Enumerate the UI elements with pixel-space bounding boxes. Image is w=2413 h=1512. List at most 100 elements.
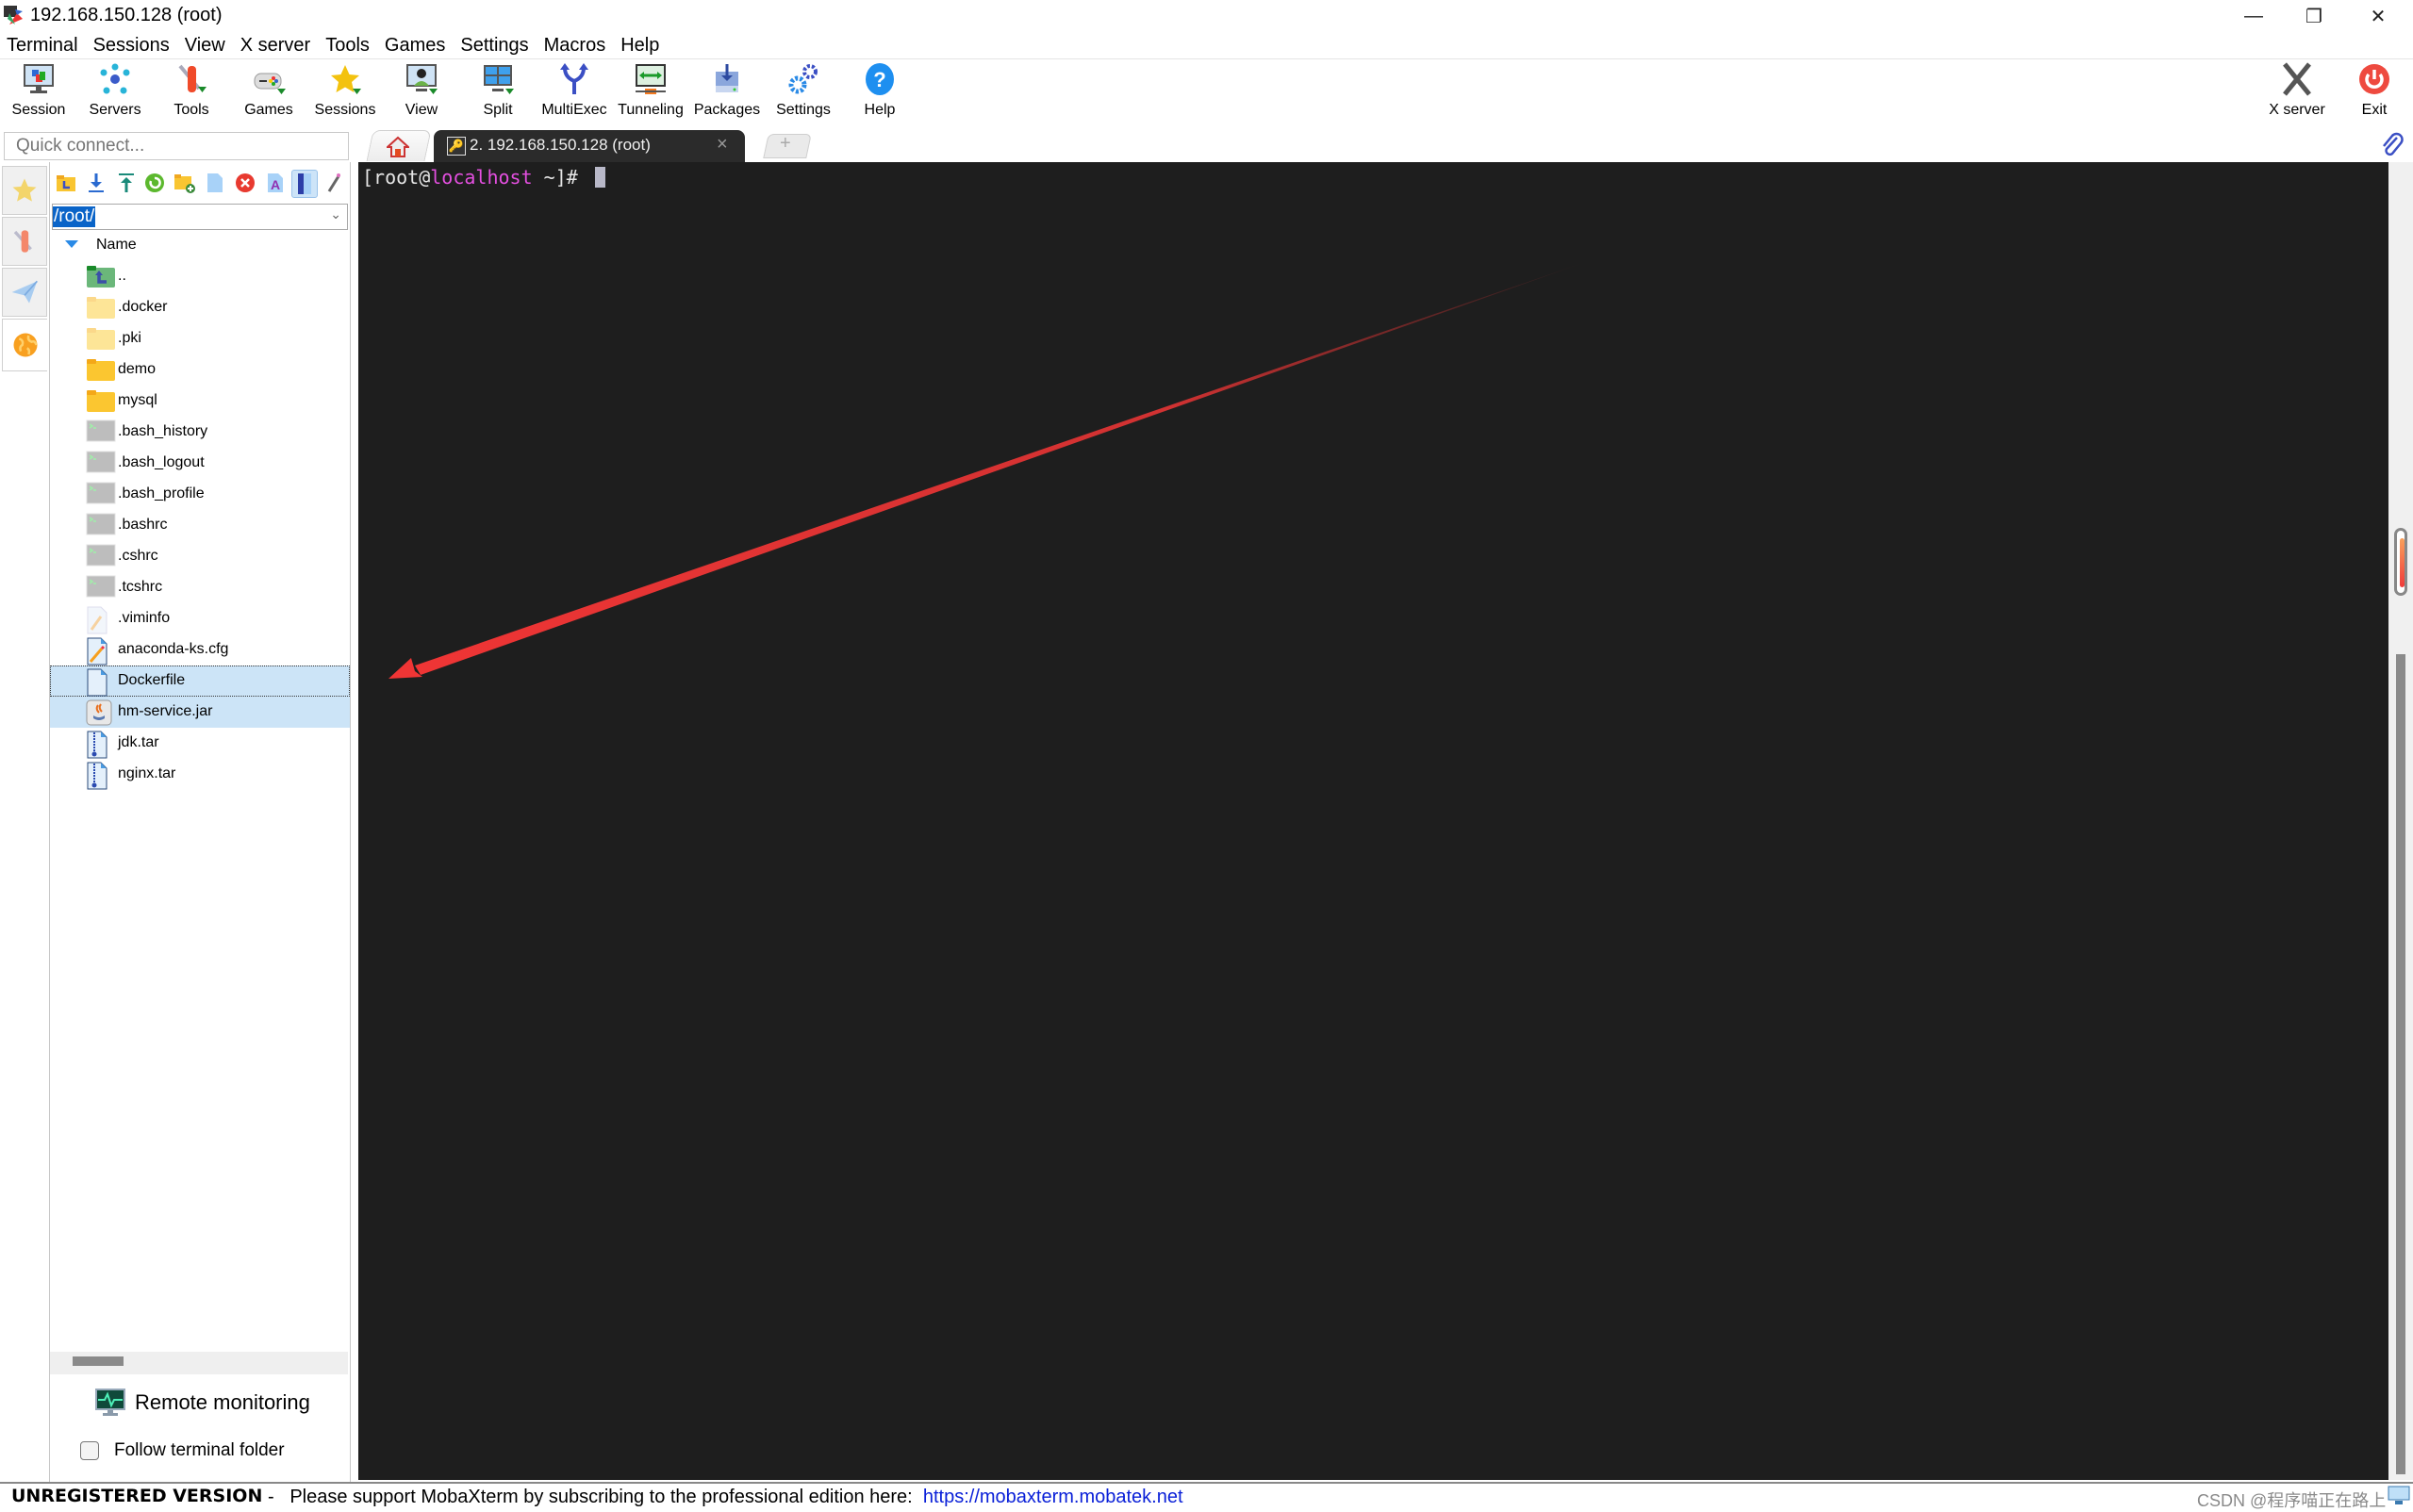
magic-wand-button[interactable]: [322, 170, 346, 196]
packages-button[interactable]: Packages: [689, 60, 765, 126]
menu-view[interactable]: View: [178, 32, 234, 58]
sessions-button[interactable]: Sessions: [307, 60, 383, 126]
session-tab-active[interactable]: 🔑 2. 192.168.150.128 (root) ×: [434, 130, 745, 162]
column-header[interactable]: Name: [50, 233, 348, 255]
file-row[interactable]: .tcshrc: [50, 572, 350, 603]
session-button[interactable]: Session: [1, 60, 76, 126]
shell-file-icon: [86, 451, 116, 477]
servers-label: Servers: [89, 102, 141, 118]
paper-plane-icon: [11, 280, 38, 304]
delete-icon: [236, 173, 255, 192]
attach-icon[interactable]: [2380, 132, 2405, 158]
archive-file-icon: [86, 762, 116, 790]
tab-close-icon[interactable]: ×: [717, 134, 728, 156]
exit-button[interactable]: Exit: [2337, 60, 2412, 126]
view-button[interactable]: View: [384, 60, 459, 126]
minimize-button[interactable]: —: [2223, 0, 2284, 32]
blank-file-icon: [86, 668, 116, 697]
terminal-pane[interactable]: [root@localhost ~]#: [358, 162, 2388, 1480]
new-file-button[interactable]: [203, 170, 227, 196]
path-combobox[interactable]: /root/ ⌄: [52, 204, 348, 230]
file-row[interactable]: .bash_profile: [50, 479, 350, 510]
tools-icon: [173, 60, 210, 98]
file-row[interactable]: Dockerfile: [50, 666, 350, 697]
upload-button[interactable]: [114, 170, 139, 196]
refresh-button[interactable]: [142, 170, 167, 196]
vertical-scroll-thumb[interactable]: [2396, 654, 2405, 1474]
sidebar-tab-macros[interactable]: [2, 268, 47, 317]
key-icon: 🔑: [447, 137, 466, 156]
games-button[interactable]: Games: [231, 60, 306, 126]
split-view-icon: [298, 173, 311, 194]
file-row[interactable]: .bash_logout: [50, 448, 350, 479]
horizontal-scrollbar[interactable]: [50, 1352, 348, 1374]
menu-settings[interactable]: Settings: [454, 32, 537, 58]
tunneling-button[interactable]: Tunneling: [613, 60, 688, 126]
rename-button[interactable]: A: [263, 170, 288, 196]
sidebar-tab-sessions[interactable]: [2, 166, 47, 215]
chevron-down-icon[interactable]: ⌄: [330, 206, 341, 222]
file-row[interactable]: .cshrc: [50, 541, 350, 572]
sidebar-tab-sftp[interactable]: [2, 319, 47, 371]
settings-button[interactable]: Settings: [766, 60, 841, 126]
follow-terminal-folder-toggle[interactable]: Follow terminal folder: [80, 1437, 285, 1465]
file-row[interactable]: .bashrc: [50, 510, 350, 541]
file-name: .bash_history: [118, 423, 208, 439]
csdn-watermark: CSDN @程序喵正在路上: [2197, 1491, 2387, 1510]
rename-icon: A: [268, 173, 283, 192]
terminal-vertical-scrollbar[interactable]: [2388, 162, 2413, 1480]
file-row[interactable]: demo: [50, 354, 350, 386]
file-row[interactable]: .pki: [50, 323, 350, 354]
file-row[interactable]: .docker: [50, 292, 350, 323]
file-row[interactable]: nginx.tar: [50, 759, 350, 790]
shell-file-icon: [86, 482, 116, 508]
mobaxterm-link[interactable]: https://mobaxterm.mobatek.net: [923, 1487, 1183, 1507]
file-row[interactable]: .bash_history: [50, 417, 350, 448]
menu-x-server[interactable]: X server: [234, 32, 319, 58]
horizontal-scroll-thumb[interactable]: [73, 1356, 124, 1366]
file-row[interactable]: mysql: [50, 386, 350, 417]
home-icon: [387, 136, 409, 157]
download-button[interactable]: [84, 170, 108, 196]
session-label: Session: [11, 102, 66, 118]
menu-games[interactable]: Games: [378, 32, 454, 58]
menu-macros[interactable]: Macros: [537, 32, 615, 58]
delete-button[interactable]: [233, 170, 257, 196]
menu-tools[interactable]: Tools: [319, 32, 378, 58]
games-label: Games: [244, 102, 293, 118]
file-row[interactable]: ..: [50, 261, 350, 292]
file-row[interactable]: jdk.tar: [50, 728, 350, 759]
menu-sessions[interactable]: Sessions: [87, 32, 178, 58]
help-button[interactable]: ? Help: [842, 60, 917, 126]
file-name: ..: [118, 268, 126, 284]
quick-connect-input[interactable]: [4, 132, 349, 160]
file-row[interactable]: hm-service.jar: [50, 697, 350, 728]
games-icon: [250, 60, 288, 98]
support-text: Please support MobaXterm by subscribing …: [289, 1487, 913, 1507]
restore-button[interactable]: ❐: [2284, 0, 2344, 32]
file-row[interactable]: anaconda-ks.cfg: [50, 634, 350, 666]
split-button[interactable]: Split: [460, 60, 536, 126]
parent-folder-button[interactable]: [54, 170, 78, 196]
tools-icon: [13, 230, 32, 253]
remote-monitoring-button[interactable]: Remote monitoring: [95, 1386, 310, 1420]
file-name: .tcshrc: [118, 579, 163, 595]
sidebar-tab-tools[interactable]: [2, 217, 47, 266]
file-row[interactable]: .viminfo: [50, 603, 350, 634]
multiexec-label: MultiExec: [541, 102, 607, 118]
svg-text:?: ?: [873, 68, 885, 91]
servers-button[interactable]: Servers: [77, 60, 153, 126]
close-button[interactable]: ✕: [2348, 0, 2408, 32]
toggle-view-button[interactable]: [291, 170, 318, 198]
tools-button[interactable]: Tools: [154, 60, 229, 126]
follow-terminal-folder-checkbox[interactable]: [80, 1441, 99, 1460]
menu-help[interactable]: Help: [614, 32, 668, 58]
split-label: Split: [483, 102, 513, 118]
menu-terminal[interactable]: Terminal: [0, 32, 87, 58]
multiexec-button[interactable]: MultiExec: [537, 60, 612, 126]
shell-file-icon: [86, 419, 116, 446]
new-folder-button[interactable]: [173, 170, 197, 196]
session-tab-bar: 🔑 2. 192.168.150.128 (root) × +: [358, 128, 2413, 162]
x-server-button[interactable]: X server: [2259, 60, 2335, 126]
plus-icon: +: [780, 133, 791, 154]
